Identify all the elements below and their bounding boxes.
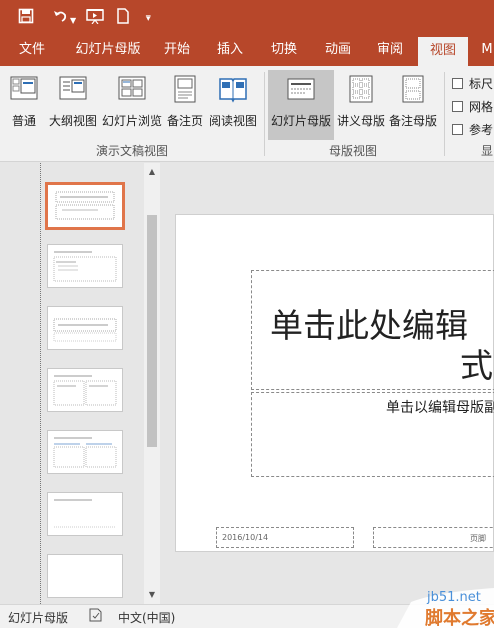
layout-thumbnail[interactable] [47, 306, 123, 350]
subtitle-placeholder[interactable]: 单击以编辑母版副 [251, 392, 494, 477]
undo-icon[interactable] [52, 8, 68, 28]
checkbox-box[interactable] [452, 78, 463, 89]
footer-placeholder[interactable]: 页脚 [373, 527, 494, 548]
subtitle-text: 单击以编辑母版副 [386, 400, 494, 416]
outline-view-icon [59, 76, 87, 100]
normal-view-button[interactable]: 普通 [4, 70, 44, 140]
slide-master-button[interactable]: 幻灯片母版 [268, 70, 334, 140]
normal-view-icon [10, 76, 38, 100]
presentation-views-group-label: 演示文稿视图 [96, 144, 169, 158]
gridlines-label: 网格 [469, 100, 494, 114]
slide-master-label: 幻灯片母版 [270, 114, 331, 128]
spelling-check-icon[interactable] [88, 608, 104, 625]
scroll-down-arrow-icon[interactable]: ▼ [144, 588, 160, 602]
group-divider [264, 72, 265, 156]
layout-thumbnail[interactable] [47, 368, 123, 412]
handout-master-label: 讲义母版 [336, 114, 385, 128]
notes-master-icon [402, 75, 424, 103]
view-name-status: 幻灯片母版 [8, 611, 69, 625]
show-group-label: 显 [481, 144, 494, 158]
tab-home[interactable]: 开始 [157, 36, 197, 66]
layout-thumbnail[interactable] [47, 430, 123, 474]
title-placeholder[interactable]: 单击此处编辑 式 [251, 270, 494, 390]
reading-view-button[interactable]: 阅读视图 [207, 70, 259, 140]
gridlines-checkbox[interactable]: 网格 [452, 98, 493, 115]
ruler-label: 标尺 [469, 77, 494, 91]
watermark-url: jb51.net [427, 590, 481, 605]
ruler-checkbox[interactable]: 标尺 [452, 75, 493, 92]
ribbon: 普通 大纲视图 幻灯片浏览 备注页 阅读视图 演示文稿视图 幻灯片母版 讲义母版… [0, 66, 494, 162]
checkbox-box[interactable] [452, 101, 463, 112]
notes-master-label: 备注母版 [388, 114, 437, 128]
date-text: 2016/10/14 [222, 533, 269, 542]
normal-view-label: 普通 [11, 114, 36, 128]
site-watermark: jb51.net 脚本之家 [397, 584, 494, 628]
notes-page-button[interactable]: 备注页 [165, 70, 205, 140]
title-text-line1: 单击此处编辑 [270, 306, 468, 345]
save-icon[interactable] [18, 8, 34, 28]
outline-view-button[interactable]: 大纲视图 [47, 70, 99, 140]
scroll-up-arrow-icon[interactable]: ▲ [144, 165, 160, 179]
tab-animations[interactable]: 动画 [316, 36, 360, 66]
reading-view-icon [219, 78, 247, 103]
slide-canvas[interactable]: 单击此处编辑 式 单击以编辑母版副 2016/10/14 页脚 [175, 214, 494, 552]
tab-slide-master[interactable]: 幻灯片母版 [70, 36, 146, 66]
layout-thumbnail[interactable] [47, 244, 123, 288]
scrollbar-thumb[interactable] [147, 215, 157, 447]
quick-access-toolbar: ▼ ▾ ‗ [0, 0, 494, 36]
new-document-icon[interactable] [116, 8, 130, 28]
tab-view[interactable]: 视图 [418, 37, 468, 66]
present-from-start-icon[interactable] [86, 8, 104, 28]
thumbnail-scrollbar[interactable]: ▲ ▼ [144, 163, 160, 604]
language-status[interactable]: 中文(中国) [118, 609, 175, 626]
guides-checkbox[interactable]: 参考 [452, 121, 493, 138]
reading-view-label: 阅读视图 [208, 114, 257, 128]
tab-more[interactable]: M [476, 36, 494, 66]
notes-master-button[interactable]: 备注母版 [388, 70, 438, 140]
slide-sorter-label: 幻灯片浏览 [102, 114, 163, 128]
layout-thumbnail[interactable] [47, 492, 123, 536]
master-layout-connector [40, 163, 41, 604]
guides-label: 参考 [469, 123, 494, 137]
slide-master-thumbnail[interactable] [45, 182, 125, 230]
slide-sorter-button[interactable]: 幻灯片浏览 [102, 70, 162, 140]
group-divider [444, 72, 445, 156]
layout-thumbnail[interactable] [47, 554, 123, 598]
handout-master-icon [349, 75, 373, 103]
footer-text: 页脚 [470, 534, 486, 543]
date-placeholder[interactable]: 2016/10/14 [216, 527, 354, 548]
undo-dropdown-icon[interactable]: ▼ [70, 12, 76, 30]
title-text-line2: 式 [460, 346, 493, 385]
ribbon-tabs: 文件 幻灯片母版 开始 插入 切换 动画 审阅 视图 M [0, 36, 494, 66]
handout-master-button[interactable]: 讲义母版 [336, 70, 386, 140]
notes-page-label: 备注页 [166, 114, 203, 128]
slide-master-icon [287, 78, 315, 100]
checkbox-box[interactable] [452, 124, 463, 135]
tab-file[interactable]: 文件 [6, 36, 58, 66]
outline-view-label: 大纲视图 [48, 114, 97, 128]
watermark-text: 脚本之家 [425, 608, 494, 628]
tab-insert[interactable]: 插入 [210, 36, 250, 66]
notes-page-icon [174, 75, 196, 103]
tab-transitions[interactable]: 切换 [262, 36, 306, 66]
customize-toolbar-icon[interactable]: ▾ ‗ [146, 8, 151, 28]
slide-sorter-icon [118, 76, 146, 100]
tab-review[interactable]: 审阅 [368, 36, 412, 66]
master-views-group-label: 母版视图 [329, 144, 378, 158]
